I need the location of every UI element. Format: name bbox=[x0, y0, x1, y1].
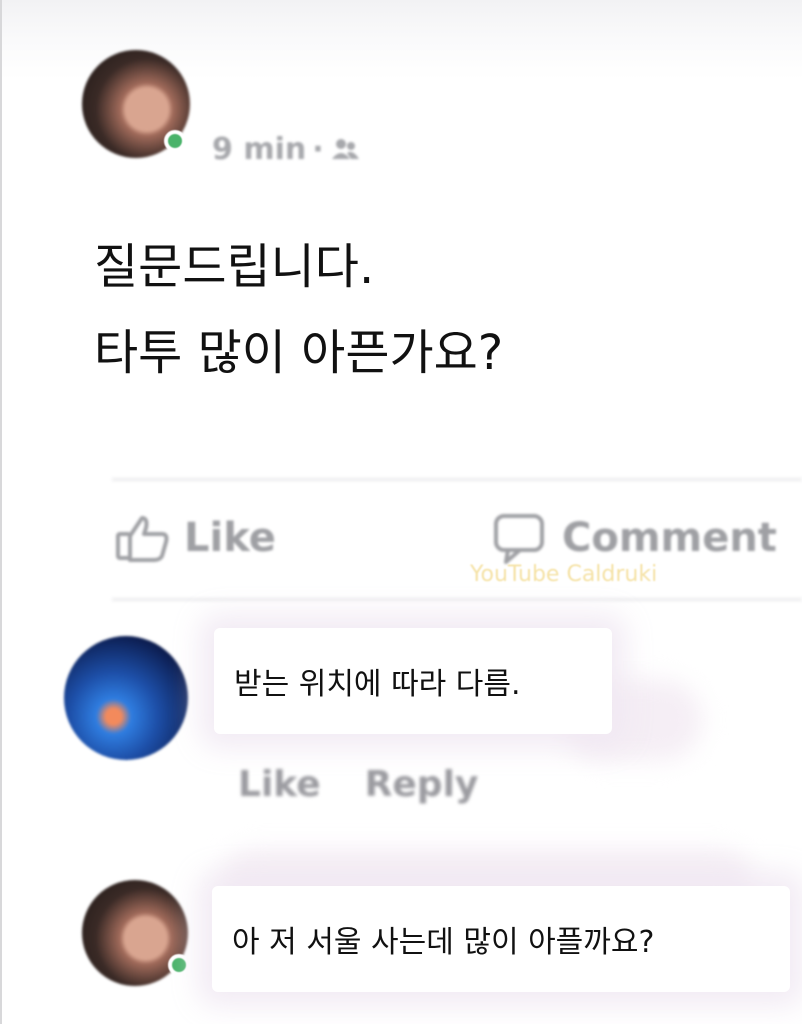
post-body: 질문드립니다. 타투 많이 아픈가요? bbox=[94, 224, 503, 396]
online-status-dot bbox=[164, 130, 186, 152]
screenshot-frame: 9 min · 질문드립니다. 타투 많이 아픈가요? Like Comment… bbox=[0, 0, 802, 1024]
post-text-line-1: 질문드립니다. bbox=[94, 239, 375, 295]
comment-button-label: Comment bbox=[562, 515, 777, 561]
comment-1-text: 받는 위치에 따라 다름. bbox=[234, 667, 521, 702]
like-button[interactable]: Like bbox=[114, 512, 276, 564]
comment-1-reply-link[interactable]: Reply bbox=[365, 764, 479, 805]
commenter-1-avatar[interactable] bbox=[64, 636, 188, 760]
meta-separator: · bbox=[312, 132, 324, 167]
divider-top bbox=[112, 478, 802, 481]
divider-bottom bbox=[112, 598, 802, 601]
commenter-2-online-dot bbox=[168, 954, 190, 976]
friends-icon bbox=[331, 138, 359, 159]
comment-1-like-link[interactable]: Like bbox=[238, 764, 321, 805]
video-watermark: YouTube Caldruki bbox=[470, 562, 658, 587]
comment-icon bbox=[494, 514, 544, 564]
comment-2-bubble: 아 저 서울 사는데 많이 아플까요? bbox=[212, 886, 790, 992]
like-button-label: Like bbox=[184, 515, 276, 561]
post-text-line-2: 타투 많이 아픈가요? bbox=[94, 325, 504, 381]
comment-1-bubble: 받는 위치에 따라 다름. bbox=[214, 628, 612, 734]
comment-1-actions: Like Reply bbox=[238, 764, 478, 805]
comment-2-text: 아 저 서울 사는데 많이 아플까요? bbox=[232, 925, 655, 960]
post-time[interactable]: 9 min bbox=[212, 132, 306, 167]
thumbs-up-icon bbox=[116, 516, 169, 562]
comment-button[interactable]: Comment bbox=[492, 512, 777, 564]
post-meta: 9 min · bbox=[212, 132, 360, 167]
